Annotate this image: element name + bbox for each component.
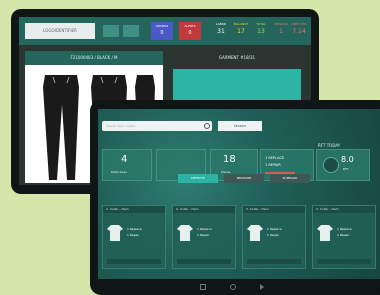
item-footer [177, 259, 231, 264]
front-screen: Search item / batch SEARCH RFT TODAY 4 D… [98, 109, 380, 279]
rft-gauge-icon [323, 157, 339, 173]
item-card-4[interactable]: 4. Collar - Hem 1 Replace 1 Repair [312, 205, 376, 269]
nav-recent-icon[interactable] [200, 284, 206, 290]
stat-labor-label: LABOR [215, 22, 227, 26]
stat-card-defectives: 4 Defectives [102, 149, 152, 181]
item-footer [317, 259, 371, 264]
tshirt-icon [177, 225, 193, 241]
tab-summary[interactable]: SUMMARY [270, 174, 310, 183]
stat-rejected-value: 7.14 [292, 28, 306, 35]
item-footer [107, 259, 161, 264]
orders-chip-label: ORDERS [155, 24, 169, 28]
tab-measure[interactable]: MEASURE [224, 174, 264, 183]
nav-home-icon[interactable] [230, 284, 236, 290]
rft-value: 8.0 [341, 155, 354, 164]
stat-rejected: REJECTED 7.14 [287, 22, 311, 36]
item-footer [247, 259, 301, 264]
item-line-repair: 1 Repair [337, 233, 350, 237]
front-tablet: Search item / batch SEARCH RFT TODAY 4 D… [90, 100, 380, 295]
garment-image-title: F21000403 / BLACK / M [25, 51, 163, 65]
alerts-chip-label: ALERTS [184, 24, 196, 28]
orders-chip[interactable]: ORDERS 0 [151, 22, 173, 40]
search-placeholder: Search item / batch [106, 124, 136, 128]
search-input[interactable]: Search item / batch [102, 121, 212, 131]
trousers-front-icon [43, 75, 79, 180]
search-icon [204, 123, 210, 129]
tshirt-icon [107, 225, 123, 241]
android-nav-bar [90, 279, 380, 295]
repair-text: 1 REPAIR [265, 163, 281, 167]
item-line-repair: 1 Repair [127, 233, 140, 237]
stat-rework-label: REWORK [274, 22, 288, 26]
stat-balance-label: BALANCE [233, 22, 249, 26]
item-line-repair: 1 Repair [267, 233, 280, 237]
replace-text: 1 REPLACE [265, 156, 285, 160]
item-card-2[interactable]: 2. Collar - Hem 1 Replace 1 Repair [172, 205, 236, 269]
item-lines: 1 Replace 1 Repair [127, 226, 142, 238]
item-card-title: 1. Collar - Hem [103, 206, 165, 213]
defectives-value: 4 [121, 154, 128, 165]
tshirt-icon [247, 225, 263, 241]
item-lines: 1 Replace 1 Repair [337, 226, 352, 238]
garment-detail-title: GARMENT #18/31 [169, 51, 305, 65]
back-blank-tile-1 [103, 25, 119, 37]
item-line-repair: 1 Repair [197, 233, 210, 237]
tshirt-icon [317, 225, 333, 241]
item-card-title: 2. Collar - Hem [173, 206, 235, 213]
search-button[interactable]: SEARCH [218, 121, 262, 131]
item-card-title: 3. Collar - Hem [243, 206, 305, 213]
rft-card: 8.0 RFT [316, 149, 370, 181]
item-card-title: 4. Collar - Hem [313, 206, 375, 213]
alerts-chip-value: 0 [188, 30, 192, 36]
back-header-bar: LOGOIDENTIFIER ORDERS 0 ALERTS 0 LABOR 3… [19, 17, 311, 45]
stat-total-label: TOTAL [256, 22, 266, 26]
alerts-chip[interactable]: ALERTS 0 [179, 22, 201, 40]
back-blank-tile-2 [123, 25, 139, 37]
item-card-3[interactable]: 3. Collar - Hem 1 Replace 1 Repair [242, 205, 306, 269]
defectives-label: Defectives [111, 170, 127, 174]
back-logo: LOGOIDENTIFIER [25, 23, 95, 39]
stat-rejected-label: REJECTED [291, 22, 307, 26]
item-lines: 1 Replace 1 Repair [267, 226, 282, 238]
orders-chip-value: 0 [160, 30, 164, 36]
tab-defects[interactable]: DEFECTS [178, 174, 218, 183]
rft-label: RFT [343, 167, 349, 171]
item-card-1[interactable]: 1. Collar - Hem 1 Replace 1 Repair [102, 205, 166, 269]
item-lines: 1 Replace 1 Repair [197, 226, 212, 238]
nav-back-icon[interactable] [260, 284, 264, 290]
rft-today-label: RFT TODAY [318, 143, 341, 148]
pieces-value: 18 [223, 154, 236, 165]
